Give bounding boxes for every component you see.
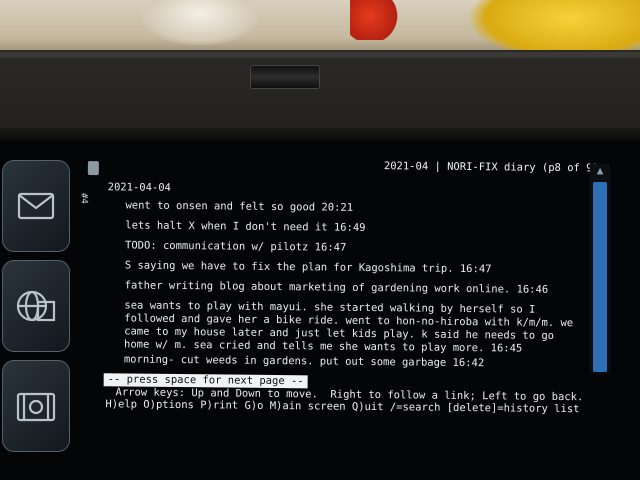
scrollbar-thumb[interactable]	[593, 182, 607, 372]
diary-entry-link[interactable]: TODO: communication w/ pilotz 16:47	[125, 239, 346, 254]
terminal-scrollbar[interactable]: ▲	[590, 164, 610, 374]
scroll-up-icon[interactable]: ▲	[594, 164, 606, 178]
tab-number: #4	[78, 192, 89, 204]
diary-entry-link[interactable]: father writing blog about marketing of g…	[125, 279, 549, 296]
laptop-lid-edge	[0, 52, 640, 58]
video-icon	[16, 392, 56, 422]
lynx-terminal: #4 2021-04 | NORI-FIX diary (p8 of 9) 20…	[79, 157, 599, 415]
background-object-red	[350, 0, 400, 40]
dock-tile-network[interactable]	[2, 260, 70, 352]
dock-tile-mail[interactable]	[2, 160, 70, 252]
webcam-slot	[250, 65, 320, 89]
diary-entry-link[interactable]: went to onsen and felt so good 20:21	[125, 199, 353, 214]
mail-icon	[17, 192, 55, 220]
terminal-icon	[87, 161, 99, 176]
background-object-white	[140, 0, 260, 45]
launcher-dock	[0, 150, 76, 480]
network-icon	[16, 290, 56, 322]
bezel-shadow	[0, 128, 640, 140]
diary-entry-link[interactable]: lets halt X when I don't need it 16:49	[125, 219, 365, 235]
diary-entry-link[interactable]: S saying we have to fix the plan for Kag…	[125, 259, 492, 276]
diary-entry-link[interactable]: morning- cut weeds in gardens. put out s…	[124, 353, 484, 370]
dock-tile-video[interactable]	[2, 360, 70, 452]
page-header: 2021-04 | NORI-FIX diary (p8 of 9)	[383, 160, 599, 175]
diary-entry-link[interactable]: sea wants to play with mayui. she starte…	[124, 299, 573, 356]
diary-date: 2021-04-04	[107, 181, 171, 194]
